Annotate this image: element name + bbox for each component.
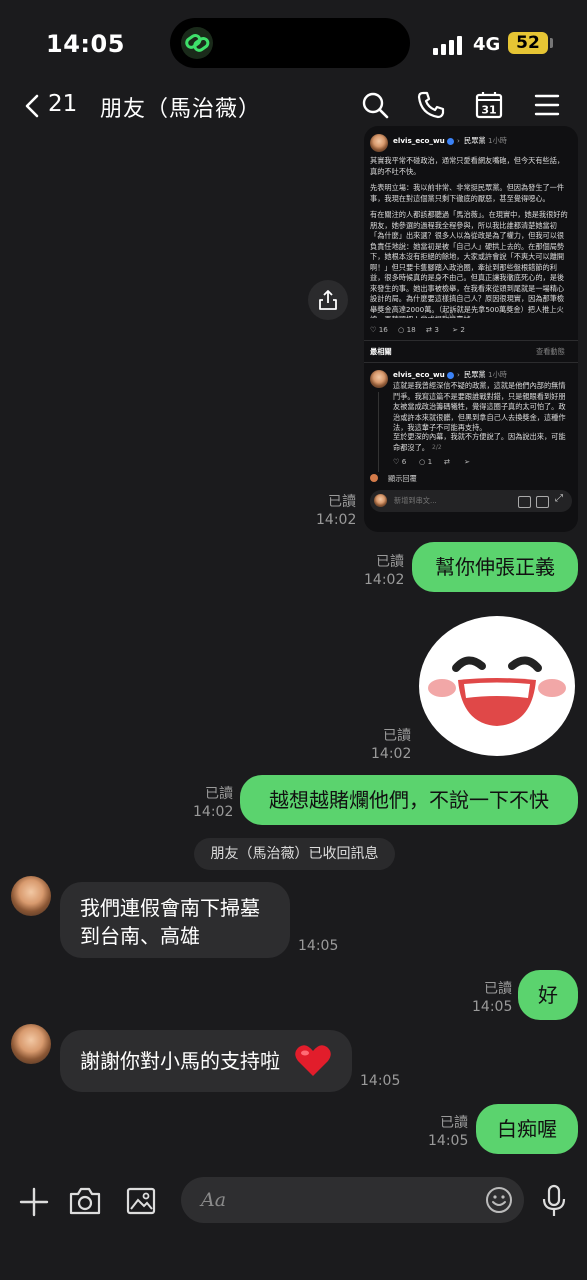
show-replies: 顯示回覆 (388, 474, 417, 483)
heart-emoji-icon (295, 1045, 331, 1076)
reply-stat-likes: ♡ 6 (393, 457, 407, 466)
verified-icon (447, 138, 454, 145)
microphone-icon[interactable] (540, 1184, 568, 1218)
reply-page-indicator: 2/2 (432, 444, 442, 451)
reply-paragraph-1: 這就是我曾經深信不疑的政黨，這就是他們內部的無情鬥爭。我寫這篇不是要跟誰戰對錯，… (393, 381, 566, 432)
svg-text:31: 31 (481, 104, 496, 117)
outgoing-message[interactable]: 幫你伸張正義 (412, 542, 578, 592)
read-receipt: 已讀 14:05 (472, 981, 513, 1015)
phone-icon[interactable] (416, 90, 446, 120)
camera-icon[interactable] (68, 1186, 102, 1216)
reply-stat-comments: ○ 1 (419, 457, 433, 466)
gallery-icon[interactable] (125, 1186, 157, 1216)
read-receipt: 已讀 14:05 (428, 1115, 469, 1149)
message-time: 14:05 (298, 938, 339, 954)
reply-avatar (370, 370, 388, 388)
message-unsent-notice: 朋友（馬治薇）已收回訊息 (194, 838, 395, 870)
incoming-message[interactable]: 謝謝你對小馬的支持啦 (60, 1030, 352, 1092)
read-receipt: 已讀 14:02 (316, 494, 357, 528)
post-paragraph-3: 有在關注的人都該都聽過「馬治薇」。在現實中，她是我很好的朋友，她參選的過程我全程… (370, 210, 568, 318)
menu-icon[interactable] (532, 90, 562, 120)
emoji-icon[interactable] (485, 1186, 513, 1214)
post-page-indicator: 1/2 (444, 313, 454, 320)
image-icon (518, 496, 531, 508)
share-icon (319, 290, 337, 310)
read-receipt: 已讀 14:02 (364, 554, 405, 588)
post-stat-comments: ○ 18 (398, 325, 416, 334)
post-avatar (370, 134, 388, 152)
reply-paragraph-2: 至於更深的內幕，我就不方便說了。因為說出來，可能命都沒了。 (393, 432, 566, 452)
message-input-placeholder: Aa (201, 1189, 227, 1211)
post-stat-likes: ♡ 16 (370, 325, 388, 334)
post-stat-shares: ➢ 2 (452, 325, 465, 334)
message-input[interactable]: Aa (181, 1177, 524, 1223)
incoming-message[interactable]: 我們連假會南下掃墓 到台南、高雄 (60, 882, 290, 958)
reply-composer: 新增到串文... ⤢ (370, 490, 572, 512)
smiling-sticker[interactable] (416, 608, 578, 758)
reply-author: elvis_eco_wu (393, 370, 445, 379)
thread-line (378, 392, 379, 472)
post-stat-reposts: ⇄ 3 (426, 325, 439, 334)
unread-count[interactable]: 21 (48, 91, 77, 117)
read-receipt: 已讀 14:02 (193, 786, 234, 820)
plus-icon[interactable] (18, 1186, 50, 1218)
reply-ago: 1小時 (488, 370, 507, 379)
post-ago: 1小時 (488, 136, 507, 145)
expand-icon: ⤢ (555, 493, 563, 504)
post-paragraph-1: 其實我平常不碰政治，通常只愛看網友嘴砲，但今天有些話，真的不吐不快。 (370, 156, 565, 176)
battery-indicator: 52 (508, 32, 548, 54)
back-chevron-icon[interactable] (22, 92, 44, 120)
reply-composer-placeholder: 新增到串文... (394, 496, 437, 505)
contact-avatar[interactable] (11, 1024, 51, 1064)
post-paragraph-2: 先表明立場：我以前非常、非常挺民眾黨。但因為發生了一件事，我現在對這個黨只剩下徹… (370, 183, 565, 203)
contact-avatar[interactable] (11, 876, 51, 916)
chat-title[interactable]: 朋友（馬治薇） (100, 91, 261, 123)
message-time: 14:05 (360, 1073, 401, 1089)
link-icon (181, 27, 213, 59)
outgoing-message[interactable]: 好 (518, 970, 578, 1020)
post-author: elvis_eco_wu (393, 136, 445, 145)
status-time: 14:05 (46, 30, 125, 58)
reply-mini-avatar (370, 474, 378, 482)
post-tag: 民眾黨 (464, 136, 486, 145)
shared-screenshot-image[interactable]: elvis_eco_wu › 民眾黨 1小時 其實我平常不碰政治，通常只愛看網友… (364, 126, 578, 532)
battery-tip (550, 38, 553, 48)
calendar-icon[interactable]: 31 (474, 90, 504, 120)
read-receipt: 已讀 14:02 (371, 728, 412, 762)
share-button[interactable] (308, 280, 348, 320)
outgoing-message[interactable]: 越想越賭爛他們，不說一下不快 (240, 775, 578, 825)
search-icon[interactable] (360, 90, 390, 120)
activity-label: 查看動態 (536, 347, 565, 356)
network-type: 4G (473, 34, 501, 55)
reply-verified-icon (447, 372, 454, 379)
sort-label: 最相關 (370, 347, 392, 356)
outgoing-message[interactable]: 白痴喔 (476, 1104, 578, 1154)
dynamic-island (170, 18, 410, 68)
signal-icon (433, 36, 462, 55)
gif-icon (536, 496, 549, 508)
reply-tag: 民眾黨 (464, 370, 486, 379)
